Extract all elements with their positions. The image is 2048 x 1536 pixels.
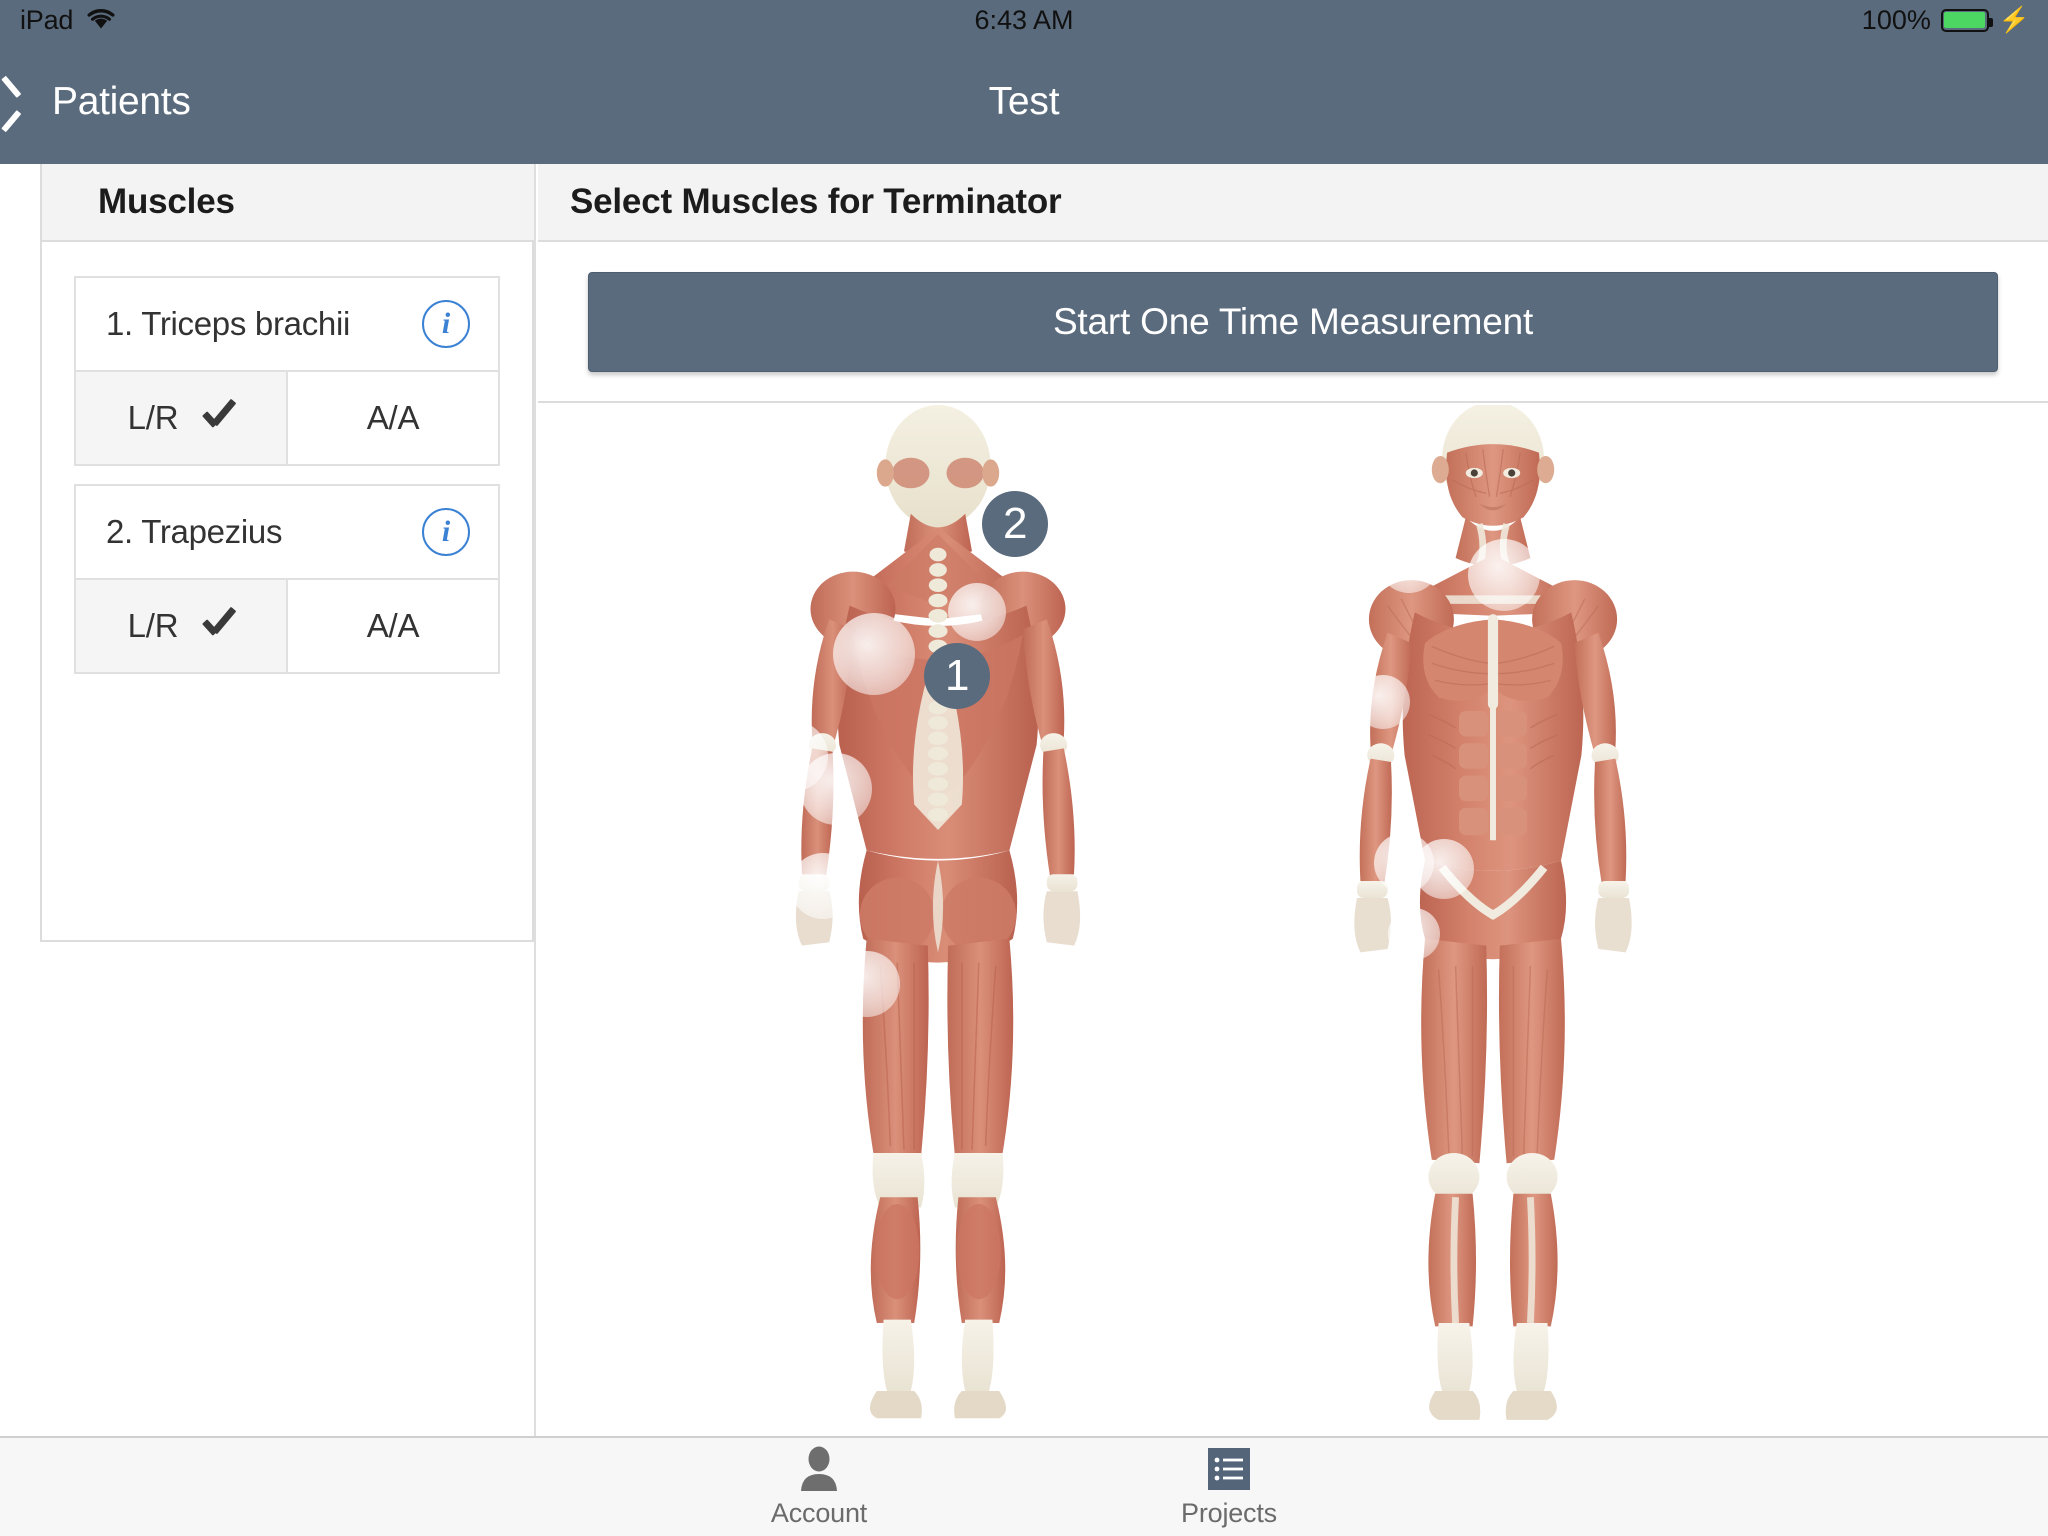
muscle-hotspot[interactable]: [833, 613, 915, 695]
app-root: iPad 6:43 AM 100% ⚡ Patients Test Muscle…: [0, 0, 2048, 1536]
info-circle-icon[interactable]: i: [422, 300, 470, 348]
sidebar-title: Muscles: [98, 182, 235, 221]
muscle-name-row[interactable]: 2. Trapezius i: [74, 484, 500, 580]
mode-button-aa[interactable]: A/A: [286, 580, 500, 674]
muscle-hotspot[interactable]: [1238, 623, 1300, 685]
mode-button-lr-label: L/R: [127, 607, 179, 644]
muscle-list: 1. Triceps brachii i L/R A/A 2. Trapeziu…: [40, 242, 534, 942]
muscle-card: 1. Triceps brachii i L/R A/A: [74, 276, 500, 466]
navigation-bar: Patients Test: [0, 40, 2048, 164]
muscle-marker-1-label: 1: [945, 651, 969, 700]
muscle-hotspot[interactable]: [1296, 581, 1368, 653]
muscles-sidebar: Muscles 1. Triceps brachii i L/R A/A 2. …: [0, 164, 536, 1436]
mode-button-aa-label: A/A: [366, 399, 420, 436]
battery-percent-label: 100%: [1861, 4, 1931, 35]
muscle-hotspot[interactable]: [1468, 539, 1540, 611]
content-area: Muscles 1. Triceps brachii i L/R A/A 2. …: [0, 164, 2048, 1436]
action-section: Start One Time Measurement: [538, 242, 2048, 403]
muscle-hotspot[interactable]: [1388, 908, 1440, 960]
muscle-name-label: 1. Triceps brachii: [106, 305, 351, 342]
lightning-bolt-icon: ⚡: [1998, 5, 2030, 34]
muscle-mode-row: L/R A/A: [74, 580, 500, 674]
muscle-card: 2. Trapezius i L/R A/A: [74, 484, 500, 674]
status-bar-clock: 6:43 AM: [974, 4, 1074, 35]
muscle-hotspot[interactable]: [1356, 675, 1410, 729]
battery-icon: [1940, 8, 1993, 32]
muscle-hotspot[interactable]: [790, 853, 856, 919]
anatomy-viewport[interactable]: 2 1: [538, 403, 2048, 1434]
checkmark-icon: [200, 609, 234, 643]
muscle-marker-2[interactable]: 2: [982, 491, 1048, 557]
checkmark-icon: [200, 401, 234, 435]
muscle-hotspot[interactable]: [1378, 531, 1440, 593]
main-header: Select Muscles for Terminator: [538, 164, 2048, 242]
muscle-hotspot[interactable]: [1414, 839, 1474, 899]
person-icon: [797, 1446, 841, 1492]
status-bar-right: 100% ⚡: [1862, 0, 2030, 40]
mode-button-aa[interactable]: A/A: [286, 372, 500, 466]
muscle-name-row[interactable]: 1. Triceps brachii i: [74, 276, 500, 372]
tab-account-label: Account: [770, 1497, 868, 1528]
main-panel: Select Muscles for Terminator Start One …: [538, 164, 2048, 1436]
mode-button-aa-label: A/A: [366, 607, 420, 644]
start-one-time-measurement-button[interactable]: Start One Time Measurement: [588, 271, 1998, 372]
muscle-hotspot[interactable]: [834, 951, 900, 1017]
muscle-marker-2-label: 2: [1003, 499, 1027, 548]
page-title: Test: [988, 80, 1060, 123]
muscle-mode-row: L/R A/A: [74, 372, 500, 466]
start-one-time-measurement-label: Start One Time Measurement: [1052, 300, 1534, 342]
mode-button-lr[interactable]: L/R: [74, 372, 286, 466]
tab-bar: Account Projects: [0, 1436, 2048, 1536]
main-header-title: Select Muscles for Terminator: [570, 182, 1062, 221]
info-circle-icon[interactable]: i: [422, 508, 470, 556]
muscle-marker-1[interactable]: 1: [924, 643, 990, 709]
muscle-hotspot[interactable]: [800, 753, 872, 825]
sidebar-header: Muscles: [40, 164, 534, 242]
mode-button-lr[interactable]: L/R: [74, 580, 286, 674]
status-bar: iPad 6:43 AM 100% ⚡: [0, 0, 2048, 40]
tab-projects[interactable]: Projects: [1129, 1446, 1329, 1529]
posterior-body-view[interactable]: [683, 405, 1193, 1425]
anatomy-figures: 2 1: [538, 403, 2048, 1434]
muscle-hotspot[interactable]: [948, 583, 1006, 641]
list-icon: [1206, 1446, 1252, 1492]
muscle-hotspot[interactable]: [734, 843, 800, 909]
mode-button-lr-label: L/R: [127, 399, 179, 436]
tab-account[interactable]: Account: [719, 1446, 919, 1529]
muscle-name-label: 2. Trapezius: [106, 513, 283, 550]
tab-projects-label: Projects: [1181, 1497, 1277, 1528]
